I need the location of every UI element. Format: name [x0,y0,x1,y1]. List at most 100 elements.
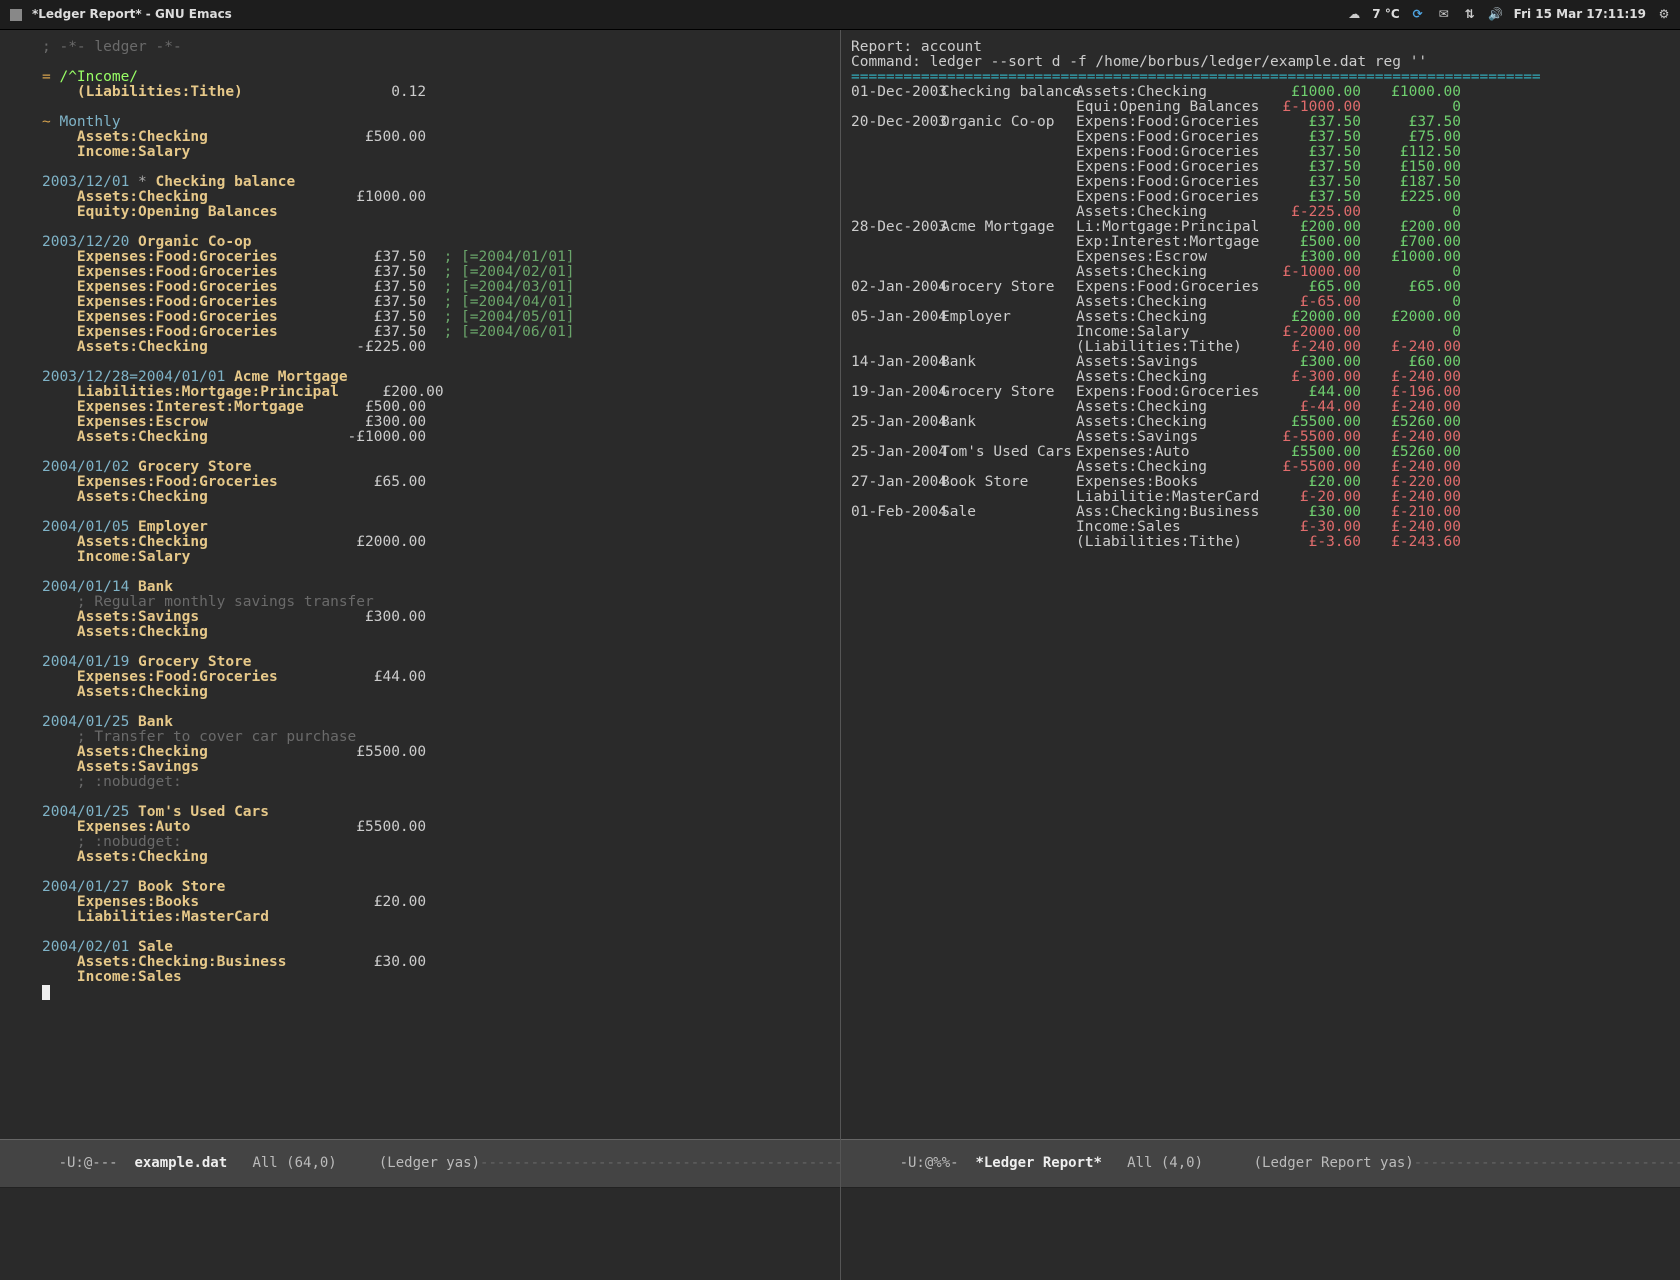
source-line[interactable]: 2004/01/27 Book Store [42,880,828,895]
report-row[interactable]: 20-Dec-2003Organic Co-opExpens:Food:Groc… [851,115,1668,130]
ledger-report-buffer[interactable]: Report: accountCommand: ledger --sort d … [841,30,1680,550]
source-line[interactable]: Income:Salary [42,550,828,565]
source-line[interactable]: Assets:Checking [42,850,828,865]
report-row[interactable]: Expens:Food:Groceries£37.50£75.00 [851,130,1668,145]
source-line[interactable] [42,925,828,940]
ledger-source-buffer[interactable]: ; -*- ledger -*- = /^Income/ (Liabilitie… [0,30,840,1000]
report-row[interactable]: Income:Sales£-30.00£-240.00 [851,520,1668,535]
source-line[interactable] [42,160,828,175]
weather-icon[interactable]: ☁ [1346,7,1362,23]
source-line[interactable]: 2003/12/01 * Checking balance [42,175,828,190]
settings-gear-icon[interactable]: ⚙ [1656,7,1672,23]
report-row[interactable]: (Liabilities:Tithe)£-240.00£-240.00 [851,340,1668,355]
report-row[interactable]: 02-Jan-2004Grocery StoreExpens:Food:Groc… [851,280,1668,295]
source-line[interactable]: 2004/02/01 Sale [42,940,828,955]
source-line[interactable]: 2004/01/14 Bank [42,580,828,595]
report-row[interactable]: 25-Jan-2004BankAssets:Checking£5500.00£5… [851,415,1668,430]
source-line[interactable]: Liabilities:Mortgage:Principal £200.00 [42,385,828,400]
source-line[interactable]: Assets:Checking:Business £30.00 [42,955,828,970]
source-line[interactable]: Expenses:Food:Groceries £37.50 ; [=2004/… [42,250,828,265]
source-line[interactable]: Assets:Checking £500.00 [42,130,828,145]
source-line[interactable]: Equity:Opening Balances [42,205,828,220]
volume-icon[interactable]: 🔊 [1488,7,1504,23]
source-line[interactable] [42,505,828,520]
source-line[interactable]: ~ Monthly [42,115,828,130]
report-row[interactable]: Income:Salary£-2000.000 [851,325,1668,340]
source-line[interactable]: Expenses:Books £20.00 [42,895,828,910]
report-row[interactable]: 19-Jan-2004Grocery StoreExpens:Food:Groc… [851,385,1668,400]
source-line[interactable]: Expenses:Food:Groceries £37.50 ; [=2004/… [42,310,828,325]
source-line[interactable]: Expenses:Food:Groceries £37.50 ; [=2004/… [42,325,828,340]
mail-icon[interactable]: ✉ [1436,7,1452,23]
report-row[interactable]: Equi:Opening Balances£-1000.000 [851,100,1668,115]
report-row[interactable]: 14-Jan-2004BankAssets:Savings£300.00£60.… [851,355,1668,370]
left-pane[interactable]: ; -*- ledger -*- = /^Income/ (Liabilitie… [0,30,840,1280]
source-line[interactable]: Income:Salary [42,145,828,160]
source-line[interactable]: Expenses:Food:Groceries £37.50 ; [=2004/… [42,265,828,280]
report-row[interactable]: 28-Dec-2003Acme MortgageLi:Mortgage:Prin… [851,220,1668,235]
source-line[interactable] [42,565,828,580]
report-row[interactable]: Assets:Checking£-65.000 [851,295,1668,310]
report-row[interactable]: 01-Dec-2003Checking balanceAssets:Checki… [851,85,1668,100]
source-line[interactable]: Assets:Checking [42,490,828,505]
report-row[interactable]: Assets:Checking£-300.00£-240.00 [851,370,1668,385]
source-line[interactable]: 2004/01/05 Employer [42,520,828,535]
source-line[interactable]: ; :nobudget: [42,835,828,850]
report-row[interactable]: 01-Feb-2004SaleAss:Checking:Business£30.… [851,505,1668,520]
source-line[interactable]: Expenses:Escrow £300.00 [42,415,828,430]
source-line[interactable]: ; Transfer to cover car purchase [42,730,828,745]
source-line[interactable]: Expenses:Food:Groceries £44.00 [42,670,828,685]
refresh-icon[interactable]: ⟳ [1410,7,1426,23]
report-row[interactable]: Assets:Checking£-44.00£-240.00 [851,400,1668,415]
report-row[interactable]: 25-Jan-2004Tom's Used CarsExpenses:Auto£… [851,445,1668,460]
report-row[interactable]: (Liabilities:Tithe)£-3.60£-243.60 [851,535,1668,550]
report-row[interactable]: Liabilitie:MasterCard£-20.00£-240.00 [851,490,1668,505]
source-line[interactable]: 2004/01/25 Tom's Used Cars [42,805,828,820]
source-line[interactable] [42,640,828,655]
source-line[interactable]: Assets:Checking -£1000.00 [42,430,828,445]
source-line[interactable]: 2003/12/28=2004/01/01 Acme Mortgage [42,370,828,385]
source-line[interactable] [42,445,828,460]
report-row[interactable]: 05-Jan-2004EmployerAssets:Checking£2000.… [851,310,1668,325]
source-line[interactable]: Expenses:Food:Groceries £37.50 ; [=2004/… [42,280,828,295]
source-line[interactable]: ; Regular monthly savings transfer [42,595,828,610]
source-line[interactable]: Income:Sales [42,970,828,985]
source-line[interactable]: Expenses:Food:Groceries £65.00 [42,475,828,490]
report-row[interactable]: Expens:Food:Groceries£37.50£112.50 [851,145,1668,160]
source-line[interactable]: Assets:Checking -£225.00 [42,340,828,355]
source-line[interactable] [42,985,828,1000]
source-line[interactable]: Assets:Checking [42,625,828,640]
source-line[interactable]: 2004/01/02 Grocery Store [42,460,828,475]
source-line[interactable]: Assets:Savings [42,760,828,775]
source-line[interactable] [42,220,828,235]
source-line[interactable]: Expenses:Auto £5500.00 [42,820,828,835]
network-icon[interactable]: ⇅ [1462,7,1478,23]
source-line[interactable]: ; :nobudget: [42,775,828,790]
source-line[interactable]: Assets:Checking £1000.00 [42,190,828,205]
source-line[interactable]: 2004/01/19 Grocery Store [42,655,828,670]
source-line[interactable]: Assets:Savings £300.00 [42,610,828,625]
source-line[interactable] [42,865,828,880]
report-row[interactable]: Exp:Interest:Mortgage£500.00£700.00 [851,235,1668,250]
report-row[interactable]: Expenses:Escrow£300.00£1000.00 [851,250,1668,265]
source-line[interactable]: Expenses:Food:Groceries £37.50 ; [=2004/… [42,295,828,310]
report-row[interactable]: 27-Jan-2004Book StoreExpenses:Books£20.0… [851,475,1668,490]
source-line[interactable]: = /^Income/ [42,70,828,85]
source-line[interactable] [42,55,828,70]
source-line[interactable] [42,790,828,805]
source-line[interactable]: Assets:Checking [42,685,828,700]
report-row[interactable]: Expens:Food:Groceries£37.50£150.00 [851,160,1668,175]
report-row[interactable]: Assets:Checking£-225.000 [851,205,1668,220]
right-pane[interactable]: Report: accountCommand: ledger --sort d … [840,30,1680,1280]
source-line[interactable]: Expenses:Interest:Mortgage £500.00 [42,400,828,415]
report-row[interactable]: Expens:Food:Groceries£37.50£225.00 [851,190,1668,205]
report-row[interactable]: Assets:Savings£-5500.00£-240.00 [851,430,1668,445]
report-row[interactable]: Expens:Food:Groceries£37.50£187.50 [851,175,1668,190]
report-row[interactable]: Assets:Checking£-1000.000 [851,265,1668,280]
source-line[interactable]: Liabilities:MasterCard [42,910,828,925]
source-line[interactable]: (Liabilities:Tithe) 0.12 [42,85,828,100]
report-row[interactable]: Assets:Checking£-5500.00£-240.00 [851,460,1668,475]
source-line[interactable] [42,355,828,370]
source-line[interactable]: 2004/01/25 Bank [42,715,828,730]
source-line[interactable]: Assets:Checking £2000.00 [42,535,828,550]
